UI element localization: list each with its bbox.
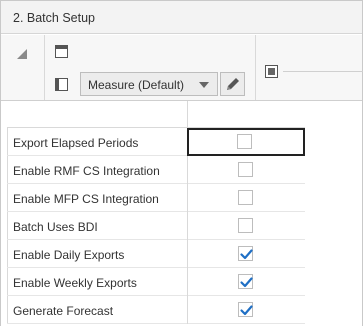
checkbox-cell[interactable] [187,128,305,156]
row-dimension-icon[interactable] [55,45,68,58]
table-row: Batch Uses BDI [7,212,305,240]
row-label: Enable RMF CS Integration [13,164,160,178]
row-label: Enable MFP CS Integration [13,192,159,206]
measure-select[interactable]: Measure (Default) [80,72,218,96]
row-label: Generate Forecast [13,304,114,318]
checkbox-cell[interactable] [187,212,305,240]
row-label: Enable Weekly Exports [13,276,137,290]
pencil-icon [227,78,239,90]
batch-setup-panel: 2. Batch Setup Measure (Default) Export … [0,0,363,327]
column-header-row [7,101,305,128]
column-header-divider [283,71,363,72]
table-row: Enable MFP CS Integration [7,184,305,212]
grid-body: Export Elapsed Periods Enable RMF CS Inte… [1,101,362,327]
checkbox[interactable] [238,162,253,177]
panel-titlebar: 2. Batch Setup [1,1,362,34]
checkbox-cell[interactable] [187,296,305,324]
checkbox[interactable] [238,302,253,317]
table-row: Enable Daily Exports [7,240,305,268]
pivot-corner[interactable] [1,35,45,100]
column-dimension-icon[interactable] [55,78,68,91]
table-row: Export Elapsed Periods [7,128,305,156]
checkbox[interactable] [238,246,253,261]
row-label: Export Elapsed Periods [13,136,139,150]
checkbox[interactable] [237,134,252,149]
chevron-down-icon [199,82,209,88]
checkbox-cell[interactable] [187,184,305,212]
checkmark-icon [240,305,253,316]
checkbox-cell[interactable] [187,156,305,184]
column-separator [187,101,188,127]
edit-measure-button[interactable] [220,72,245,96]
checkbox-cell[interactable] [187,240,305,268]
grid-dimension-icon[interactable] [265,65,278,78]
measure-rows: Export Elapsed Periods Enable RMF CS Inte… [7,128,305,324]
checkbox-cell[interactable] [187,268,305,296]
pivot-header: Measure (Default) [1,35,363,101]
checkbox[interactable] [238,274,253,289]
table-row: Enable Weekly Exports [7,268,305,296]
panel-title: 2. Batch Setup [13,11,96,25]
dimension-tiles: Measure (Default) [45,35,256,100]
checkbox[interactable] [238,218,253,233]
checkmark-icon [240,277,253,288]
checkbox[interactable] [238,190,253,205]
table-row: Generate Forecast [7,296,305,324]
collapse-triangle-icon[interactable] [17,49,27,59]
checkmark-icon [240,249,253,260]
table-row: Enable RMF CS Integration [7,156,305,184]
row-label: Batch Uses BDI [13,220,98,234]
row-label: Enable Daily Exports [13,248,125,262]
measure-select-value: Measure (Default) [88,78,185,92]
